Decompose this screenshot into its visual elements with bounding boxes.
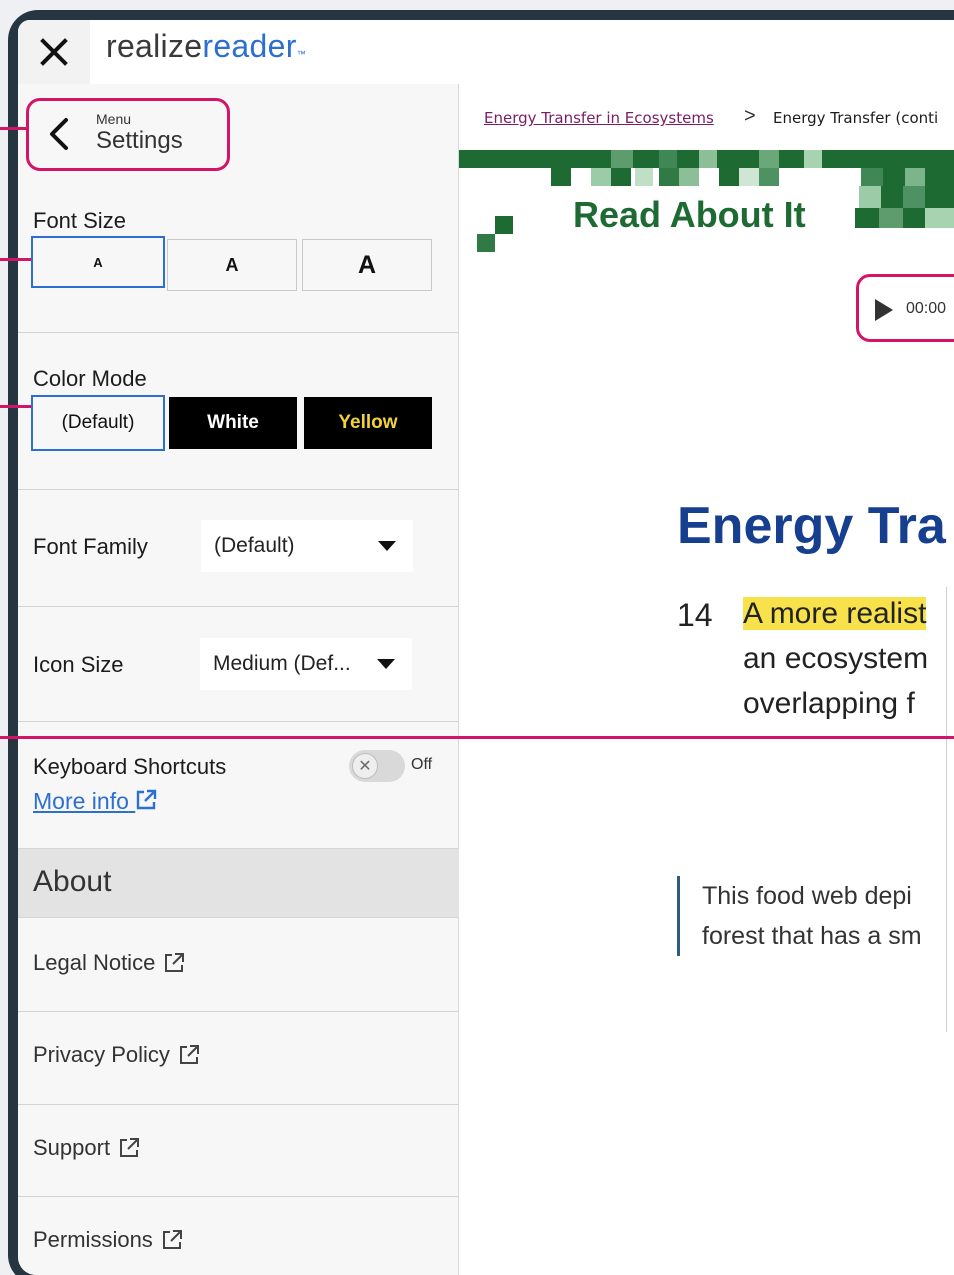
side-panel-edge [946, 587, 954, 1032]
external-link-icon [137, 789, 157, 810]
audio-time: 00:00 [906, 300, 947, 317]
keyboard-shortcuts-toggle[interactable]: ✕ [349, 750, 405, 782]
close-button[interactable] [18, 20, 90, 84]
paragraph-line: an ecosystem [743, 642, 929, 675]
divider [18, 332, 459, 333]
breadcrumb-parent-link[interactable]: Energy Transfer in Ecosystems [484, 109, 714, 127]
paragraph-line: overlapping f [743, 687, 915, 720]
caret-down-icon [378, 541, 396, 551]
permissions-link[interactable]: Permissions [33, 1227, 183, 1253]
divider [18, 606, 459, 607]
divider [18, 1011, 459, 1012]
settings-header: Menu Settings [18, 84, 459, 195]
privacy-policy-link[interactable]: Privacy Policy [33, 1042, 200, 1068]
divider [18, 1196, 459, 1197]
toggle-off-x-icon: ✕ [352, 753, 378, 779]
external-link-icon [120, 1138, 140, 1157]
audio-player[interactable]: 00:00 [856, 274, 954, 342]
play-icon[interactable] [875, 299, 893, 321]
lesson-heading: Energy Tra [677, 497, 946, 555]
caret-down-icon [377, 659, 395, 669]
close-icon [40, 38, 68, 66]
settings-panel: Menu Settings Font Size A A A Color Mode… [18, 84, 459, 1275]
annotation-callout-line [0, 258, 31, 261]
font-family-label: Font Family [33, 534, 148, 559]
icon-size-label: Icon Size [33, 652, 124, 677]
font-size-medium[interactable]: A [167, 239, 297, 291]
paragraph-number: 14 [677, 597, 713, 633]
more-info-link[interactable]: More info [33, 788, 157, 815]
realize-reader-logo: realizereader™ [106, 28, 306, 64]
annotation-callout-line [0, 405, 31, 408]
breadcrumb-chevron-icon: > [744, 105, 756, 127]
divider [18, 1104, 459, 1105]
annotation-callout-line [0, 127, 27, 130]
color-mode-white[interactable]: White [169, 397, 297, 449]
font-size-small[interactable]: A [31, 236, 165, 288]
breadcrumb-current: Energy Transfer (conti [773, 109, 939, 127]
top-bar: realizereader™ [18, 20, 954, 84]
figure-caption: This food web depi forest that has a sm [677, 876, 922, 956]
icon-size-value: Medium (Def... [213, 652, 351, 675]
external-link-icon [179, 1045, 199, 1064]
icon-size-select[interactable]: Medium (Def... [200, 638, 412, 690]
read-about-it-banner: Read About It [573, 194, 826, 236]
support-link[interactable]: Support [33, 1135, 140, 1161]
color-mode-yellow[interactable]: Yellow [304, 397, 432, 449]
color-mode-label: Color Mode [33, 366, 147, 391]
font-size-large[interactable]: A [302, 239, 432, 291]
divider [18, 489, 459, 490]
font-family-select[interactable]: (Default) [201, 520, 413, 572]
external-link-icon [162, 1230, 182, 1249]
color-mode-default[interactable]: (Default) [31, 395, 165, 451]
annotation-callout-line [0, 736, 954, 739]
toggle-state-text: Off [411, 756, 433, 773]
reader-screen: realizereader™ Menu Settings Font Size A… [18, 20, 954, 1275]
font-family-value: (Default) [214, 534, 295, 557]
reading-content: Energy Transfer in Ecosystems > Energy T… [459, 84, 954, 1275]
paragraph-line: A more realist [743, 597, 927, 630]
annotation-highlight-settings [26, 98, 230, 171]
font-size-label: Font Size [33, 208, 126, 233]
external-link-icon [165, 953, 185, 972]
about-section-header: About [18, 848, 459, 918]
legal-notice-link[interactable]: Legal Notice [33, 950, 185, 976]
keyboard-shortcuts-label: Keyboard Shortcuts [33, 754, 227, 779]
divider [18, 721, 459, 722]
